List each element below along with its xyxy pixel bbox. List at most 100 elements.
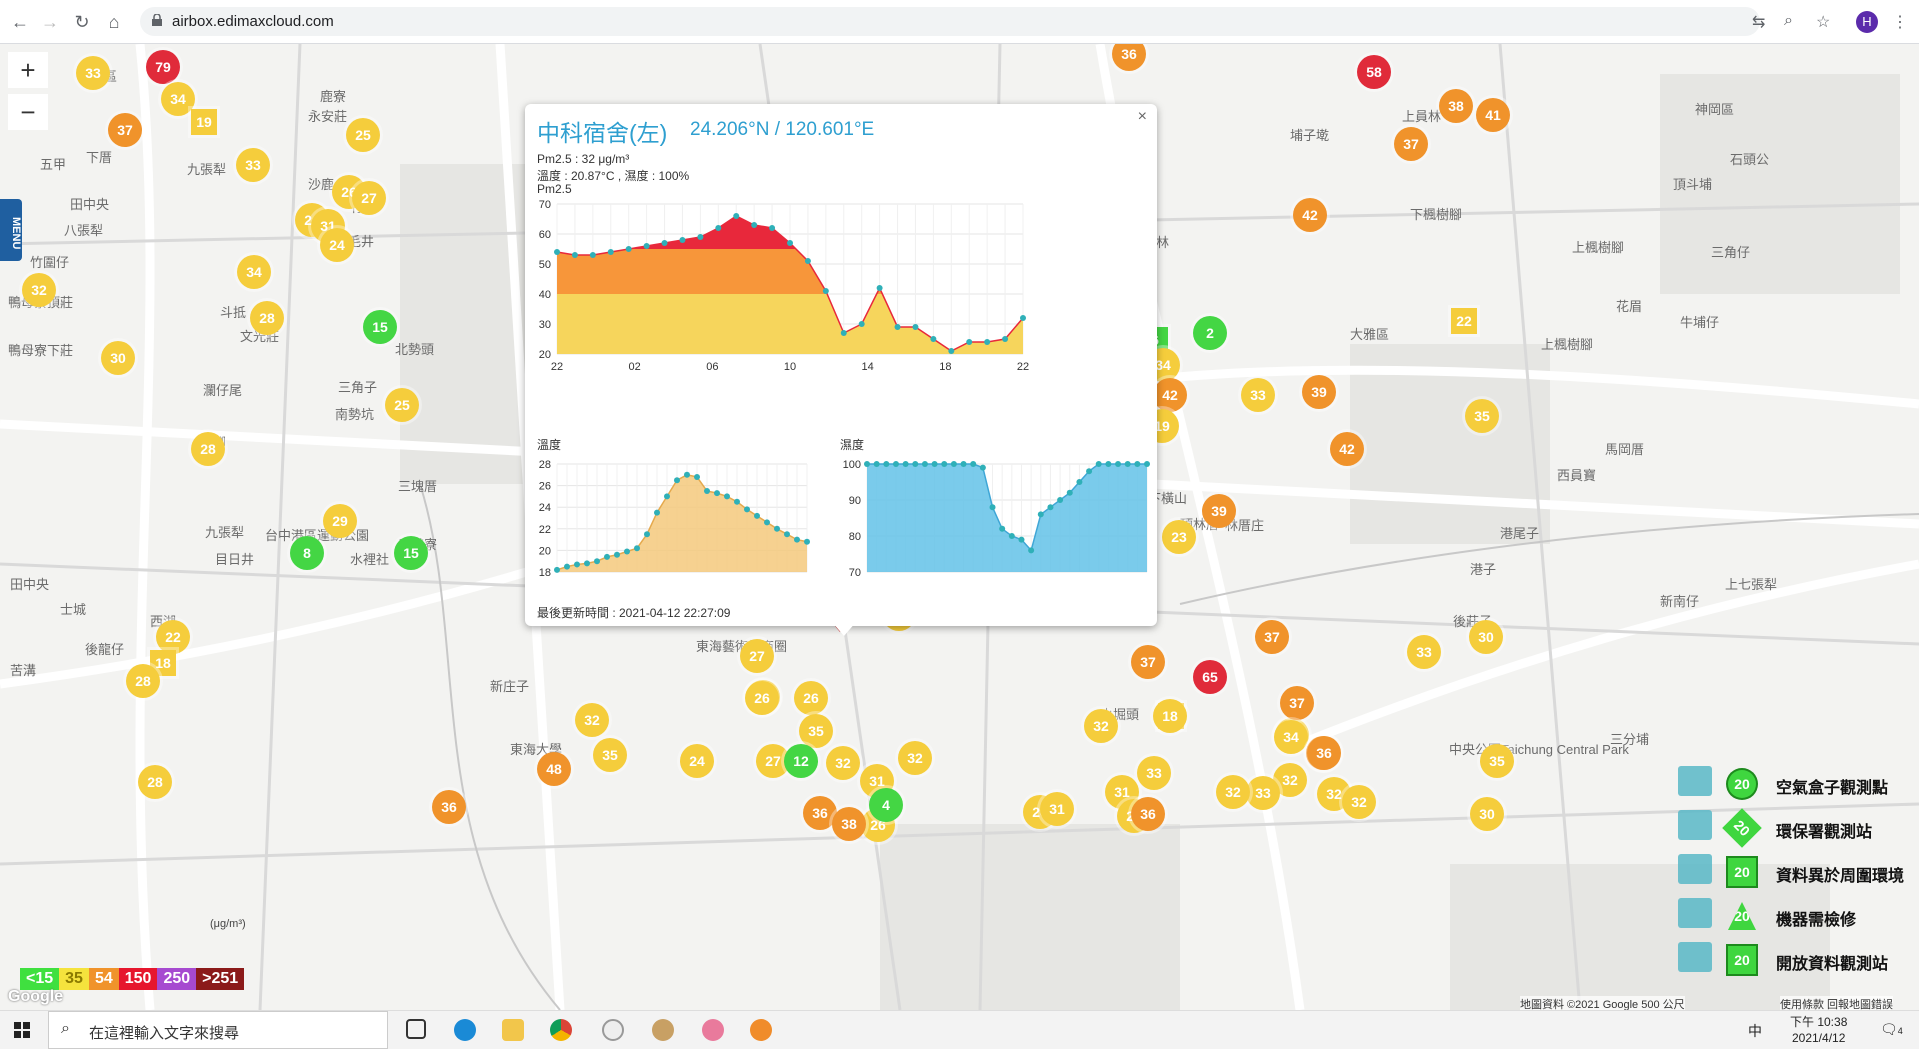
sensor-marker[interactable]: 2	[1193, 316, 1227, 350]
sensor-marker[interactable]: 30	[101, 341, 135, 375]
sensor-marker[interactable]: 23	[1162, 520, 1196, 554]
sensor-marker[interactable]: 32	[575, 703, 609, 737]
sensor-marker[interactable]: 37	[108, 113, 142, 147]
bookmark-star-icon[interactable]: ☆	[1816, 12, 1830, 32]
sensor-marker[interactable]: 42	[1293, 198, 1327, 232]
sensor-marker[interactable]: 33	[236, 148, 270, 182]
sensor-marker[interactable]: 39	[1202, 494, 1236, 528]
sensor-marker[interactable]: 33	[76, 56, 110, 90]
data-point	[774, 525, 780, 532]
sensor-marker[interactable]: 22	[156, 620, 190, 654]
sensor-marker[interactable]: 32	[898, 741, 932, 775]
back-icon[interactable]: ←	[10, 12, 30, 32]
sensor-marker[interactable]: 37	[1255, 620, 1289, 654]
ime-indicator[interactable]: 中	[1748, 1021, 1762, 1041]
sensor-marker[interactable]: 42	[1153, 378, 1187, 412]
sensor-marker[interactable]: 34	[161, 82, 195, 116]
sensor-marker[interactable]: 36	[1307, 736, 1341, 770]
zoom-in-button[interactable]: +	[8, 52, 48, 88]
menu-tab[interactable]: MENU	[0, 199, 22, 261]
sensor-marker[interactable]: 30	[1469, 620, 1503, 654]
reload-icon[interactable]: ↻	[72, 12, 92, 32]
sensor-marker[interactable]: 18	[1153, 699, 1187, 733]
sensor-marker[interactable]: 4	[869, 788, 903, 822]
sensor-marker[interactable]: 28	[250, 301, 284, 335]
sensor-marker[interactable]: 65	[1193, 660, 1227, 694]
sensor-marker[interactable]: 38	[832, 807, 866, 841]
app-icon-1[interactable]	[602, 1019, 624, 1041]
y-tick-label: 90	[849, 495, 861, 507]
sensor-marker[interactable]: 22	[1451, 308, 1477, 334]
sensor-marker[interactable]: 27	[352, 181, 386, 215]
sensor-marker[interactable]: 39	[1302, 375, 1336, 409]
sensor-marker[interactable]: 32	[1216, 775, 1250, 809]
sensor-marker[interactable]: 35	[593, 738, 627, 772]
sensor-marker[interactable]: 27	[740, 639, 774, 673]
sensor-marker[interactable]: 32	[22, 273, 56, 307]
sensor-marker[interactable]: 25	[385, 388, 419, 422]
sensor-marker[interactable]: 36	[1131, 797, 1165, 831]
app-icon-2[interactable]	[652, 1019, 674, 1041]
profile-avatar[interactable]: H	[1856, 11, 1878, 33]
zoom-out-button[interactable]: −	[8, 94, 48, 130]
sensor-marker[interactable]: 30	[1470, 797, 1504, 831]
sensor-marker[interactable]: 25	[346, 118, 380, 152]
sensor-marker[interactable]: 33	[1137, 756, 1171, 790]
map-terms-link[interactable]: 使用條款 回報地圖錯誤	[1780, 996, 1894, 1010]
close-icon[interactable]: ×	[1138, 108, 1147, 126]
sensor-marker[interactable]: 24	[320, 228, 354, 262]
sensor-marker[interactable]: 15	[363, 310, 397, 344]
sensor-marker[interactable]: 42	[1330, 432, 1364, 466]
chrome-icon[interactable]	[550, 1019, 572, 1041]
home-icon[interactable]: ⌂	[104, 12, 124, 32]
sensor-marker[interactable]: 33	[1246, 776, 1280, 810]
system-clock[interactable]: 下午 10:38 2021/4/12	[1790, 1014, 1847, 1046]
sensor-marker[interactable]: 48	[537, 752, 571, 786]
address-bar[interactable]: airbox.edimaxcloud.com	[140, 7, 1760, 36]
sensor-marker[interactable]: 28	[138, 765, 172, 799]
sensor-marker[interactable]: 37	[1131, 645, 1165, 679]
sensor-marker[interactable]: 35	[1480, 744, 1514, 778]
notification-icon[interactable]: 🗨4	[1880, 1021, 1903, 1038]
sensor-marker[interactable]: 34	[237, 255, 271, 289]
sensor-marker[interactable]: 37	[1280, 686, 1314, 720]
sensor-marker[interactable]: 79	[146, 50, 180, 84]
sensor-marker[interactable]: 58	[1357, 55, 1391, 89]
sensor-marker[interactable]: 33	[1407, 635, 1441, 669]
file-explorer-icon[interactable]	[502, 1019, 524, 1041]
zoom-icon[interactable]: ⌕	[1784, 12, 1793, 30]
sensor-marker[interactable]: 8	[290, 536, 324, 570]
sensor-marker[interactable]: 28	[191, 432, 225, 466]
sensor-marker[interactable]: 24	[680, 744, 714, 778]
translate-icon[interactable]: ⇆	[1752, 12, 1765, 32]
sensor-marker[interactable]: 32	[826, 746, 860, 780]
edge-icon[interactable]	[454, 1019, 476, 1041]
sensor-marker[interactable]: 26	[794, 681, 828, 715]
sensor-marker[interactable]: 32	[1084, 709, 1118, 743]
app-icon-4[interactable]	[750, 1019, 772, 1041]
taskbar-search[interactable]: ⌕ 在這裡輸入文字來搜尋	[48, 1011, 388, 1049]
task-view-icon[interactable]	[406, 1019, 426, 1039]
sensor-marker[interactable]: 31	[1040, 792, 1074, 826]
sensor-marker[interactable]: 41	[1476, 98, 1510, 132]
legend-marker-sample: 20	[1728, 770, 1756, 798]
app-icon-3[interactable]	[702, 1019, 724, 1041]
map-canvas[interactable]: + − MENU 梧棲區鹿寮永安莊五甲田中央下厝九張犁沙鹿竹林八張犁竹圍仔紅毛井…	[0, 44, 1919, 1010]
sensor-marker[interactable]: 35	[799, 714, 833, 748]
sensor-marker[interactable]: 15	[394, 536, 428, 570]
sensor-marker[interactable]: 32	[1342, 785, 1376, 819]
sensor-marker[interactable]: 12	[784, 744, 818, 778]
sensor-marker[interactable]: 26	[745, 681, 779, 715]
sensor-marker[interactable]: 29	[323, 504, 357, 538]
sensor-marker[interactable]: 19	[191, 109, 217, 135]
sensor-marker[interactable]: 36	[432, 790, 466, 824]
sensor-marker[interactable]: 34	[1274, 720, 1308, 754]
windows-start-icon[interactable]	[14, 1022, 30, 1038]
forward-icon[interactable]: →	[40, 12, 60, 32]
sensor-marker[interactable]: 37	[1394, 127, 1428, 161]
sensor-marker[interactable]: 28	[126, 664, 160, 698]
sensor-marker[interactable]: 38	[1439, 89, 1473, 123]
browser-menu-icon[interactable]: ⋮	[1892, 12, 1908, 32]
sensor-marker[interactable]: 35	[1465, 399, 1499, 433]
sensor-marker[interactable]: 33	[1241, 378, 1275, 412]
